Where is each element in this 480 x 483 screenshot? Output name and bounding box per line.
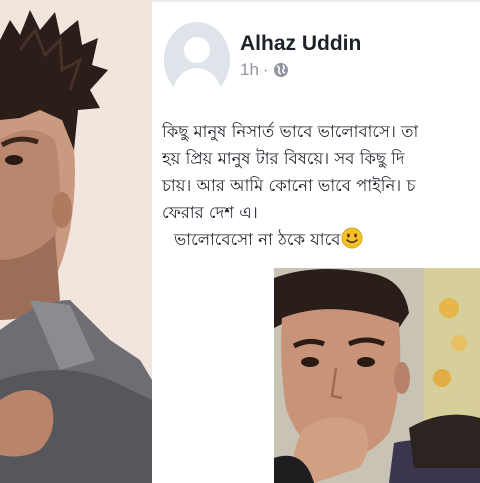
post-meta: 1h · [240,60,289,80]
post-line-with-emoji: ভালোবেসো না ঠকে যাবে [162,226,480,253]
post-line: ফেরার দেশ এ। [162,203,258,222]
post-photo[interactable] [274,268,480,483]
smiley-emoji-icon [341,227,363,249]
divider [152,0,480,2]
avatar[interactable] [164,22,230,98]
author-name[interactable]: Alhaz Uddin [240,32,361,56]
post-photo-illustration [274,268,480,483]
left-profile-photo [0,0,152,483]
post-body: কিছু মানুষ নিসার্ত ভাবে ভালোবাসে। তা হয়… [162,118,480,253]
post-line: কিছু মানুষ নিসার্ত ভাবে ভালোবাসে। তা [162,122,419,141]
post-line: চায়। আর আমি কোনো ভাবে পাইনি। চ [162,176,416,195]
post-timestamp[interactable]: 1h [240,60,259,80]
facebook-post: Alhaz Uddin 1h · কিছু মানুষ নিসার্ত ভাবে… [152,0,480,483]
default-avatar-icon [164,22,230,98]
left-photo-illustration [0,0,152,483]
globe-icon[interactable] [273,62,289,78]
post-line: হয় প্রিয় মানুষ টার বিষয়ে। সব কিছু দি [162,149,405,168]
meta-separator: · [262,60,269,79]
post-line: ভালোবেসো না ঠকে যাবে [174,230,341,249]
